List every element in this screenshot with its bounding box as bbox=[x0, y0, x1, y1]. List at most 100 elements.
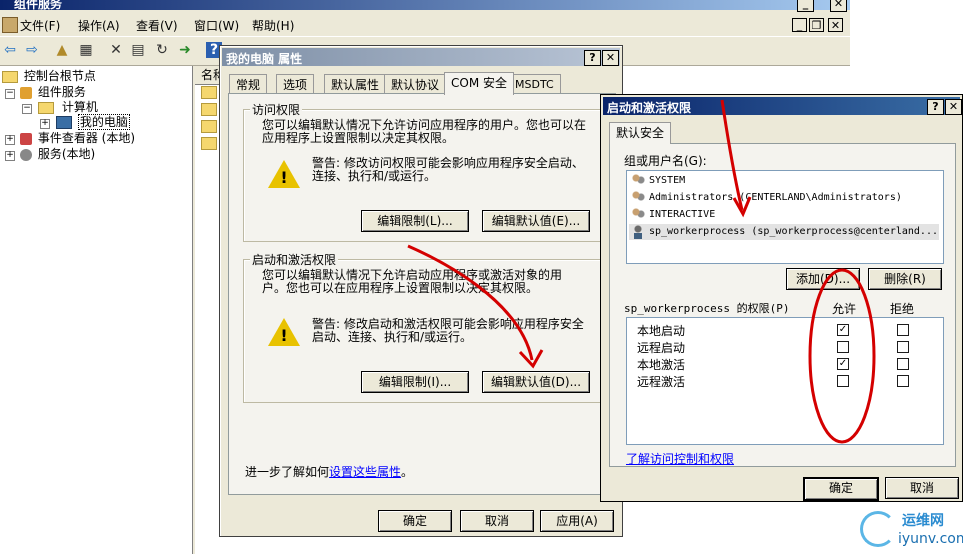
permission-help-button[interactable]: ? bbox=[927, 99, 944, 115]
main-close-button[interactable]: ✕ bbox=[830, 0, 847, 12]
properties-cancel-button[interactable]: 取消 bbox=[460, 510, 534, 532]
watermark-url: iyunv.com bbox=[898, 531, 963, 547]
show-tree-icon[interactable]: ▦ bbox=[76, 40, 96, 60]
local-activation-deny-checkbox[interactable] bbox=[897, 358, 909, 370]
list-item-sp-workerprocess[interactable]: sp_workerprocess (sp_workerprocess@cente… bbox=[629, 224, 939, 240]
permission-ok-button[interactable]: 确定 bbox=[803, 477, 879, 501]
back-icon[interactable]: ⇦ bbox=[0, 40, 20, 60]
tab-default-security[interactable]: 默认安全 bbox=[609, 122, 672, 144]
warning-mark: ! bbox=[280, 326, 288, 345]
tree-item-console-root[interactable]: 控制台根节点 bbox=[2, 68, 96, 84]
add-button[interactable]: 添加(D)... bbox=[786, 268, 860, 290]
deny-header: 拒绝 bbox=[890, 302, 915, 316]
list-item-system[interactable]: SYSTEM bbox=[629, 173, 939, 189]
properties-apply-button[interactable]: 应用(A) bbox=[540, 510, 614, 532]
tree-item-my-computer[interactable]: 我的电脑 bbox=[56, 114, 130, 130]
tab-label: 默认安全 bbox=[616, 126, 665, 140]
menu-help[interactable]: 帮助(H) bbox=[252, 17, 294, 34]
launch-warning: 警告: 修改启动和激活权限可能会影响应用程序安全启动、连接、执行和/或运行。 bbox=[312, 317, 584, 344]
launch-edit-limits-button[interactable]: 编辑限制(I)... bbox=[361, 371, 469, 393]
properties-icon[interactable]: ▤ bbox=[128, 40, 148, 60]
user-name: INTERACTIVE bbox=[649, 209, 716, 220]
expand-toggle[interactable]: + bbox=[40, 119, 50, 129]
main-minimize-button[interactable]: _ bbox=[797, 0, 814, 12]
access-edit-limits-button[interactable]: 编辑限制(L)... bbox=[361, 210, 469, 232]
local-launch-deny-checkbox[interactable] bbox=[897, 324, 909, 336]
tree-item-services[interactable]: 服务(本地) bbox=[20, 146, 95, 162]
list-item-icon[interactable] bbox=[201, 86, 217, 99]
warning-mark: ! bbox=[280, 168, 288, 187]
list-item-icon[interactable] bbox=[201, 137, 217, 150]
perm-name: 本地启动 bbox=[637, 324, 686, 338]
list-item-interactive[interactable]: INTERACTIVE bbox=[629, 207, 939, 223]
tree-item-component-services[interactable]: 组件服务 bbox=[20, 84, 86, 100]
menu-view[interactable]: 查看(V) bbox=[136, 17, 178, 34]
menu-bar: 文件(F) 操作(A) 查看(V) 窗口(W) 帮助(H) _ ❐ ✕ bbox=[0, 14, 850, 36]
launch-edit-default-button[interactable]: 编辑默认值(D)... bbox=[482, 371, 590, 393]
access-edit-default-button[interactable]: 编辑默认值(E)... bbox=[482, 210, 590, 232]
expand-toggle[interactable]: + bbox=[5, 135, 15, 145]
tab-com-security[interactable]: COM 安全 bbox=[444, 72, 514, 95]
tree-item-computers[interactable]: 计算机 bbox=[38, 99, 98, 115]
remote-launch-allow-checkbox[interactable] bbox=[837, 341, 849, 353]
child-minimize-button[interactable]: _ bbox=[792, 18, 807, 32]
computer-icon bbox=[56, 116, 72, 129]
tree-item-event-viewer[interactable]: 事件查看器 (本地) bbox=[20, 130, 135, 146]
permission-cancel-button[interactable]: 取消 bbox=[885, 477, 959, 499]
permission-close-button[interactable]: ✕ bbox=[945, 99, 962, 115]
properties-close-button[interactable]: ✕ bbox=[602, 50, 619, 66]
menu-window[interactable]: 窗口(W) bbox=[194, 17, 239, 34]
more-info-link[interactable]: 设置这些属性 bbox=[329, 465, 401, 479]
tab-default-properties[interactable]: 默认属性 bbox=[324, 74, 387, 95]
properties-ok-button[interactable]: 确定 bbox=[378, 510, 452, 532]
tab-label: COM 安全 bbox=[451, 76, 507, 90]
permissions-for-label: sp_workerprocess 的权限(P) bbox=[624, 300, 789, 316]
permission-dialog: 启动和激活权限 ? ✕ 默认安全 组或用户名(G): SYSTEM Admini… bbox=[600, 94, 963, 502]
expand-toggle[interactable]: + bbox=[5, 151, 15, 161]
permissions-for-text: sp_workerprocess 的权限(P) bbox=[624, 302, 790, 315]
access-warning: 警告: 修改访问权限可能会影响应用程序安全启动、连接、执行和/或运行。 bbox=[312, 156, 584, 183]
delete-icon[interactable]: ✕ bbox=[106, 40, 126, 60]
access-group-title: 访问权限 bbox=[250, 101, 303, 118]
remote-launch-deny-checkbox[interactable] bbox=[897, 341, 909, 353]
tab-options[interactable]: 选项 bbox=[276, 74, 315, 95]
list-item-administrators[interactable]: Administrators (CENTERLAND\Administrator… bbox=[629, 190, 939, 206]
properties-help-button[interactable]: ? bbox=[584, 50, 601, 66]
tab-general[interactable]: 常规 bbox=[229, 74, 268, 95]
permission-title: 启动和激活权限 bbox=[607, 101, 692, 115]
more-info-prefix: 进一步了解如何 bbox=[245, 465, 330, 479]
list-item-icon[interactable] bbox=[201, 120, 217, 133]
component-services-icon bbox=[20, 86, 32, 99]
collapse-toggle[interactable]: − bbox=[5, 89, 15, 99]
user-name: Administrators (CENTERLAND\Administrator… bbox=[649, 192, 902, 203]
up-folder-icon[interactable]: ▲ bbox=[52, 40, 72, 60]
forward-icon[interactable]: ⇨ bbox=[22, 40, 42, 60]
menu-action[interactable]: 操作(A) bbox=[78, 17, 120, 34]
permission-title-bar: 启动和激活权限 bbox=[603, 97, 960, 115]
access-control-link[interactable]: 了解访问控制和权限 bbox=[626, 450, 734, 467]
tab-msdtc[interactable]: MSDTC bbox=[508, 74, 561, 95]
child-close-button[interactable]: ✕ bbox=[828, 18, 843, 32]
perm-name: 本地激活 bbox=[637, 358, 686, 372]
refresh-icon[interactable]: ↻ bbox=[152, 40, 172, 60]
launch-description: 您可以编辑默认情况下允许启动应用程序或激活对象的用户。您也可以在应用程序上设置限… bbox=[262, 268, 563, 295]
remove-button[interactable]: 删除(R) bbox=[868, 268, 942, 290]
menu-file[interactable]: 文件(F) bbox=[20, 17, 60, 34]
list-item-icon[interactable] bbox=[201, 103, 217, 116]
child-restore-button[interactable]: ❐ bbox=[809, 18, 824, 32]
local-activation-allow-checkbox[interactable]: ✓ bbox=[837, 358, 849, 370]
folder-icon bbox=[2, 70, 18, 83]
tab-default-protocols[interactable]: 默认协议 bbox=[384, 74, 447, 95]
folder-icon bbox=[38, 101, 54, 114]
local-launch-allow-checkbox[interactable]: ✓ bbox=[837, 324, 849, 336]
tree-item-label: 服务(本地) bbox=[37, 147, 96, 161]
remote-activation-deny-checkbox[interactable] bbox=[897, 375, 909, 387]
export-icon[interactable]: ➜ bbox=[175, 40, 195, 60]
remote-activation-allow-checkbox[interactable] bbox=[837, 375, 849, 387]
user-icon bbox=[631, 225, 645, 239]
user-list[interactable]: SYSTEM Administrators (CENTERLAND\Admini… bbox=[626, 170, 944, 264]
perm-row-remote-activation: 远程激活 bbox=[637, 373, 937, 390]
tree-pane: 控制台根节点 − 组件服务 − 计算机 + 我的电脑 + 事件查看器 (本地) … bbox=[0, 66, 193, 554]
tree-item-label: 我的电脑 bbox=[77, 114, 130, 130]
collapse-toggle[interactable]: − bbox=[22, 104, 32, 114]
